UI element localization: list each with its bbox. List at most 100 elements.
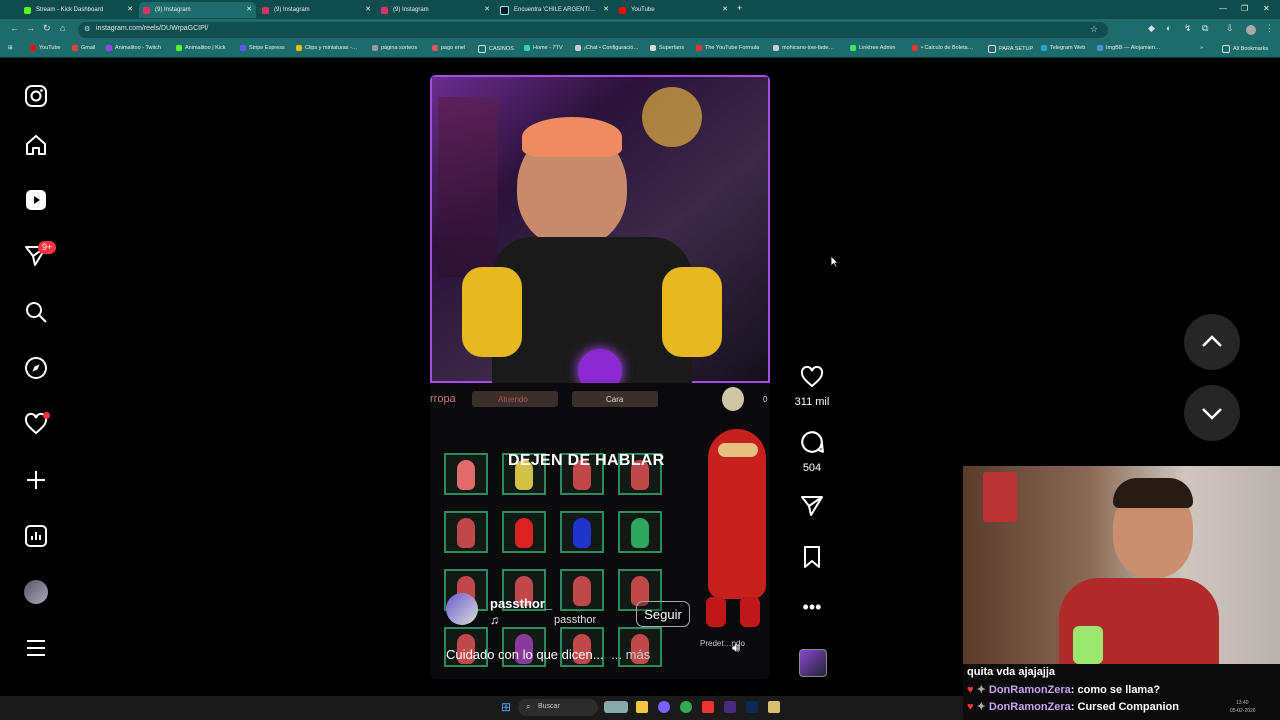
heart-icon[interactable] [799,365,825,389]
close-icon[interactable]: ✕ [484,5,490,13]
chrome-icon[interactable] [680,701,692,713]
tab-tiktok[interactable]: Encuentra 'CHILE ARGENTI… ✕ [496,2,613,18]
forward-icon[interactable]: → [26,23,35,33]
app-icon[interactable] [768,701,780,713]
menu-kebab-icon[interactable]: ⋮ [1265,23,1274,34]
profile-avatar[interactable] [24,580,48,604]
minimize-icon[interactable]: — [1219,4,1227,13]
tab-youtube[interactable]: YouTube ✕ [615,2,732,18]
menu-hamburger-icon[interactable] [24,636,48,660]
bookmark-item[interactable]: mohicano-low-fade… [773,45,834,51]
youtube-icon [619,6,626,14]
more-options-icon[interactable]: ••• [796,598,828,616]
taskbar-search[interactable]: ⌕ Buscar [518,699,598,716]
bookmark-item[interactable]: Superfans [650,45,684,51]
close-icon[interactable]: ✕ [365,5,371,13]
bookmark-item[interactable]: Telegram Web [1041,45,1085,51]
weather-widget[interactable] [604,701,628,713]
bookmark-item[interactable]: • Calculo de Boleta… [912,45,973,51]
explore-compass-icon[interactable] [24,356,48,380]
save-button[interactable] [796,545,828,574]
heart-badge-icon: ♥ [967,684,974,696]
bookmark-item[interactable]: Gmail [72,45,95,51]
reels-icon[interactable] [24,188,48,212]
close-window-icon[interactable]: ✕ [1263,4,1270,13]
bookmark-item[interactable]: The YouTube Formula [696,45,759,51]
like-button[interactable]: 311 mil [795,365,829,408]
app-icon[interactable] [702,701,714,713]
music-note-icon[interactable]: ♫ [490,613,499,627]
bookmark-star-icon[interactable]: ☆ [1090,24,1098,35]
extensions-puzzle-icon[interactable]: ⧉ [1202,23,1208,34]
search-icon[interactable] [24,300,48,324]
bookmark-item[interactable]: Stripe Express [240,45,285,51]
new-tab-button[interactable]: + [737,3,742,13]
extension-icon[interactable]: ◆ [1148,23,1155,34]
kick-icon [24,6,31,14]
premiere-icon[interactable] [724,701,736,713]
bookmark-item[interactable]: ¡Chat • Configuració… [575,45,639,51]
bookmark-item[interactable]: Animalitoo | Kick [176,45,226,51]
next-reel-button[interactable] [1184,385,1240,441]
reel-video[interactable]: rropa Atuendo Cara 0 Predet…ndo DEJEN DE… [430,75,770,679]
author-avatar[interactable] [446,593,478,625]
author-username[interactable]: passthor_ [490,596,552,611]
instagram-logo-icon[interactable] [24,84,48,108]
extension-icon[interactable]: ↯ [1184,23,1192,34]
file-explorer-icon[interactable] [636,701,648,713]
bookmark-item[interactable]: Linktree Admin [850,45,895,51]
system-tray[interactable]: 13:40 05-02-2026 [1200,698,1280,720]
follow-button[interactable]: Seguir [636,601,690,627]
home-icon[interactable]: ⌂ [60,23,65,33]
more-bookmarks-icon[interactable]: » [1200,45,1203,51]
close-icon[interactable]: ✕ [722,5,728,13]
bookmark-folder[interactable]: PARA SETUP [988,45,1033,53]
previous-reel-button[interactable] [1184,314,1240,370]
comment-icon[interactable] [799,429,825,455]
share-button[interactable] [796,494,828,523]
chat-message: quita vda ajajajja [967,666,1056,678]
chat-message: ♥ ✦ DonRamonZera: Cursed Companion [967,701,1179,713]
create-plus-icon[interactable] [24,468,48,492]
windows-start-icon[interactable]: ⊞ [501,700,511,714]
reel-caption[interactable]: Cuidado con lo que dicen... ... más [446,647,650,662]
close-icon[interactable]: ✕ [127,5,133,13]
discord-icon[interactable] [658,701,670,713]
dashboard-chart-icon[interactable] [24,524,48,548]
volume-icon[interactable]: 🔊︎ [732,640,740,656]
photoshop-icon[interactable] [746,701,758,713]
reload-icon[interactable]: ↻ [43,23,51,34]
bookmark-item[interactable]: YouTube [30,45,61,51]
download-icon[interactable]: ⇩ [1226,23,1234,34]
back-icon[interactable]: ← [10,23,19,33]
bookmark-item[interactable]: pago enel [432,45,465,51]
maximize-icon[interactable]: ❐ [1241,4,1248,13]
extension-icon[interactable]: ◐ [1166,23,1171,33]
reel-overlay-text: DEJEN DE HABLAR [508,452,665,469]
site-info-icon[interactable]: ⚙ [84,25,90,33]
profile-avatar[interactable] [1246,25,1256,35]
game-screen: rropa Atuendo Cara 0 Predet…ndo [430,383,770,679]
bookmark-item[interactable]: página sorteos [372,45,417,51]
tab-kick-dashboard[interactable]: Stream - Kick Dashboard ✕ [20,2,137,18]
tab-instagram-2[interactable]: (9) Instagram ✕ [258,2,375,18]
bookmark-folder[interactable]: CASINOS [478,45,514,53]
bookmark-item[interactable]: Home - 7TV [524,45,563,51]
close-icon[interactable]: ✕ [246,5,252,13]
all-bookmarks[interactable]: All Bookmarks [1222,45,1268,53]
url-bar[interactable]: ⚙ instagram.com/reels/DUWrpaGCIPl/ ☆ [78,22,1108,38]
tab-instagram-3[interactable]: (9) Instagram ✕ [377,2,494,18]
bookmark-item[interactable]: Animalitoo - Twitch [106,45,161,51]
bookmark-icon[interactable] [800,545,824,569]
bookmark-item[interactable]: Clips y miniaturas -… [296,45,357,51]
tab-instagram-active[interactable]: (9) Instagram ✕ [139,2,256,18]
audio-thumbnail[interactable] [799,649,827,677]
close-icon[interactable]: ✕ [603,5,609,13]
send-icon[interactable] [800,494,824,518]
comment-button[interactable]: 504 [796,429,828,474]
more-link[interactable]: ... más [611,647,650,662]
instagram-icon [143,6,150,14]
apps-grid-icon[interactable]: ⊞ [8,45,13,51]
bookmark-item[interactable]: ImgBB — Alojamien… [1097,45,1160,51]
home-icon[interactable] [24,133,48,157]
